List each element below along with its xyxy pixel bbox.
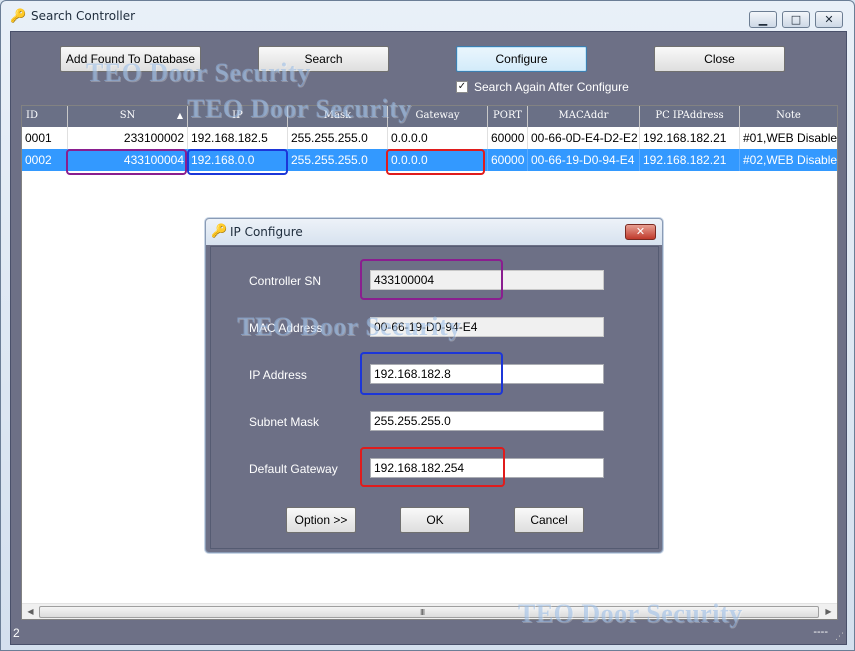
ip-configure-dialog: 🔑 IP Configure ✕ Controller SN 433100004… [205, 218, 663, 553]
default-gateway-label: Default Gateway [249, 462, 338, 476]
resize-grip-icon[interactable]: ⋰ [835, 633, 844, 642]
window-title: Search Controller [31, 9, 136, 23]
column-header-sn-label: SN [119, 110, 136, 121]
cell-port: 60000 [488, 149, 528, 171]
cell-sn: 433100004 [68, 149, 188, 171]
key-icon: 🔑 [211, 224, 228, 239]
watermark: TEO Door Security [237, 312, 462, 341]
cell-gateway: 0.0.0.0 [388, 127, 488, 149]
subnet-mask-field[interactable]: 255.255.255.0 [370, 411, 604, 431]
column-header-id[interactable]: ID [22, 106, 68, 127]
configure-button[interactable]: Configure [456, 46, 587, 72]
table-row-selected[interactable]: 0002 433100004 192.168.0.0 255.255.255.0… [22, 149, 837, 171]
search-controller-window: 🔑 Search Controller ▁ □ ✕ Add Found To D… [0, 0, 855, 651]
table-row[interactable]: 0001 233100002 192.168.182.5 255.255.255… [22, 127, 837, 149]
search-again-label: Search Again After Configure [474, 80, 629, 94]
status-count: 2 [13, 626, 20, 640]
cell-pc-ipaddress: 192.168.182.21 [640, 149, 740, 171]
sort-ascending-icon: ▲ [176, 111, 183, 120]
ip-address-field[interactable]: 192.168.182.8 [370, 364, 604, 384]
scrollbar-grip-icon: III [420, 608, 425, 617]
dialog-close-button[interactable]: ✕ [625, 224, 656, 240]
minimize-button[interactable]: ▁ [749, 11, 777, 28]
cell-gateway: 0.0.0.0 [388, 149, 488, 171]
scroll-left-icon[interactable]: ◀ [22, 604, 39, 620]
cell-mask: 255.255.255.0 [288, 149, 388, 171]
column-header-macaddr[interactable]: MACAddr [528, 106, 640, 127]
column-header-pc-ipaddress[interactable]: PC IPAddress [640, 106, 740, 127]
close-window-button[interactable]: ✕ [815, 11, 843, 28]
cell-note: #01,WEB Disabled [743, 131, 837, 145]
watermark: TEO Door Security [86, 58, 311, 87]
maximize-button[interactable]: □ [782, 11, 810, 28]
controller-sn-field[interactable]: 433100004 [370, 270, 604, 290]
option-button[interactable]: Option >> [286, 507, 356, 533]
cell-id: 0001 [22, 127, 68, 149]
dialog-body: Controller SN 433100004 MAC Address 00-6… [210, 246, 659, 549]
dialog-title: IP Configure [230, 225, 303, 239]
cell-ip: 192.168.0.0 [188, 149, 288, 171]
cell-ip: 192.168.182.5 [188, 127, 288, 149]
controller-sn-label: Controller SN [249, 274, 322, 288]
cell-macaddr: 00-66-19-D0-94-E4 [528, 149, 640, 171]
search-again-checkbox[interactable]: ✓ [456, 81, 468, 93]
cell-note: #02,WEB Disabled [743, 153, 837, 167]
grid-header: ID SN ▲ IP Mask Gateway PORT MACAddr PC I… [22, 106, 837, 127]
dialog-title-bar[interactable]: 🔑 IP Configure ✕ [206, 219, 662, 245]
scroll-right-icon[interactable]: ▶ [820, 604, 837, 620]
column-header-sn[interactable]: SN ▲ [68, 106, 188, 127]
cell-macaddr: 00-66-0D-E4-D2-E2 [528, 127, 640, 149]
ip-address-label: IP Address [249, 368, 307, 382]
close-button[interactable]: Close [654, 46, 785, 72]
cell-id: 0002 [22, 149, 68, 171]
subnet-mask-label: Subnet Mask [249, 415, 320, 429]
status-text: ---- [813, 626, 828, 638]
key-icon: 🔑 [10, 9, 27, 24]
cell-pc-ipaddress: 192.168.182.21 [640, 127, 740, 149]
cell-mask: 255.255.255.0 [288, 127, 388, 149]
cancel-button[interactable]: Cancel [514, 507, 584, 533]
default-gateway-field[interactable]: 192.168.182.254 [370, 458, 604, 478]
watermark: TEO Door Security [187, 94, 412, 123]
cell-port: 60000 [488, 127, 528, 149]
column-header-note[interactable]: Note [740, 106, 837, 127]
status-bar: 2 ---- ⋰ [11, 624, 846, 644]
title-bar[interactable]: 🔑 Search Controller ▁ □ ✕ [1, 1, 854, 31]
cell-sn: 233100002 [68, 127, 188, 149]
ok-button[interactable]: OK [400, 507, 470, 533]
column-header-port[interactable]: PORT [488, 106, 528, 127]
